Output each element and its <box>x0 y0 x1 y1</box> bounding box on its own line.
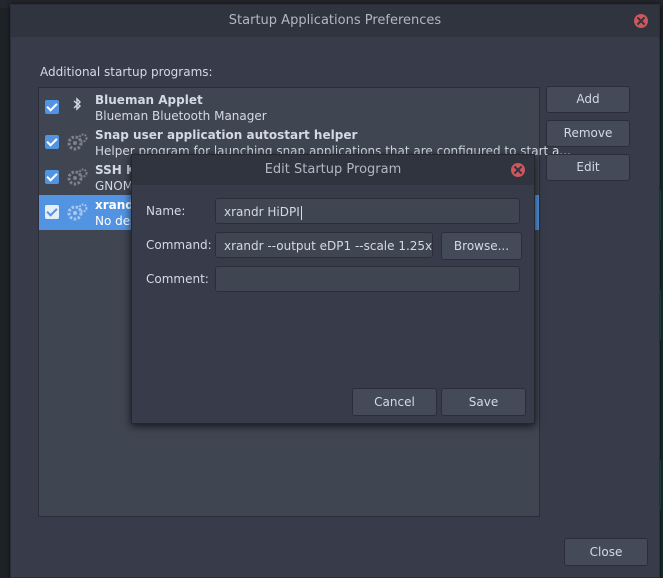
edit-button[interactable]: Edit <box>546 154 630 181</box>
enabled-checkbox[interactable] <box>45 170 59 184</box>
comment-label: Comment: <box>146 272 209 286</box>
gear-icon <box>67 203 88 221</box>
window-titlebar[interactable]: Startup Applications Preferences <box>11 5 659 37</box>
close-button[interactable]: Close <box>564 538 648 566</box>
command-value: xrandr --output eDP1 --scale 1.25x1 <box>224 239 433 253</box>
remove-button[interactable]: Remove <box>546 120 630 147</box>
window-title: Startup Applications Preferences <box>228 13 442 28</box>
enabled-checkbox[interactable] <box>45 100 59 114</box>
dialog-title: Edit Startup Program <box>264 162 402 177</box>
name-field[interactable]: xrandr HiDPI <box>215 198 520 224</box>
text-cursor <box>300 205 302 220</box>
command-field[interactable]: xrandr --output eDP1 --scale 1.25x1 <box>215 232 433 258</box>
cancel-button[interactable]: Cancel <box>352 388 437 416</box>
edit-startup-program-dialog: Edit Startup Program Name: xrandr HiDPI … <box>131 154 535 424</box>
section-label: Additional startup programs: <box>40 65 213 79</box>
dialog-close-icon[interactable] <box>511 163 525 177</box>
program-name: Snap user application autostart helper <box>95 128 358 142</box>
comment-field[interactable] <box>215 266 520 292</box>
gear-icon <box>67 168 88 186</box>
browse-button[interactable]: Browse... <box>441 232 522 260</box>
enabled-checkbox[interactable] <box>45 135 59 149</box>
bluetooth-icon <box>73 97 82 111</box>
name-label: Name: <box>146 204 186 218</box>
window-close-icon[interactable] <box>634 14 648 28</box>
dialog-titlebar[interactable]: Edit Startup Program <box>132 155 534 185</box>
list-item[interactable]: Blueman Applet Blueman Bluetooth Manager <box>39 90 539 125</box>
gear-icon <box>67 133 88 151</box>
program-name: Blueman Applet <box>95 93 203 107</box>
enabled-checkbox[interactable] <box>45 205 59 219</box>
save-button[interactable]: Save <box>441 388 526 416</box>
program-description: Blueman Bluetooth Manager <box>95 109 267 123</box>
name-value: xrandr HiDPI <box>224 205 300 219</box>
command-label: Command: <box>146 238 212 252</box>
add-button[interactable]: Add <box>546 86 630 113</box>
